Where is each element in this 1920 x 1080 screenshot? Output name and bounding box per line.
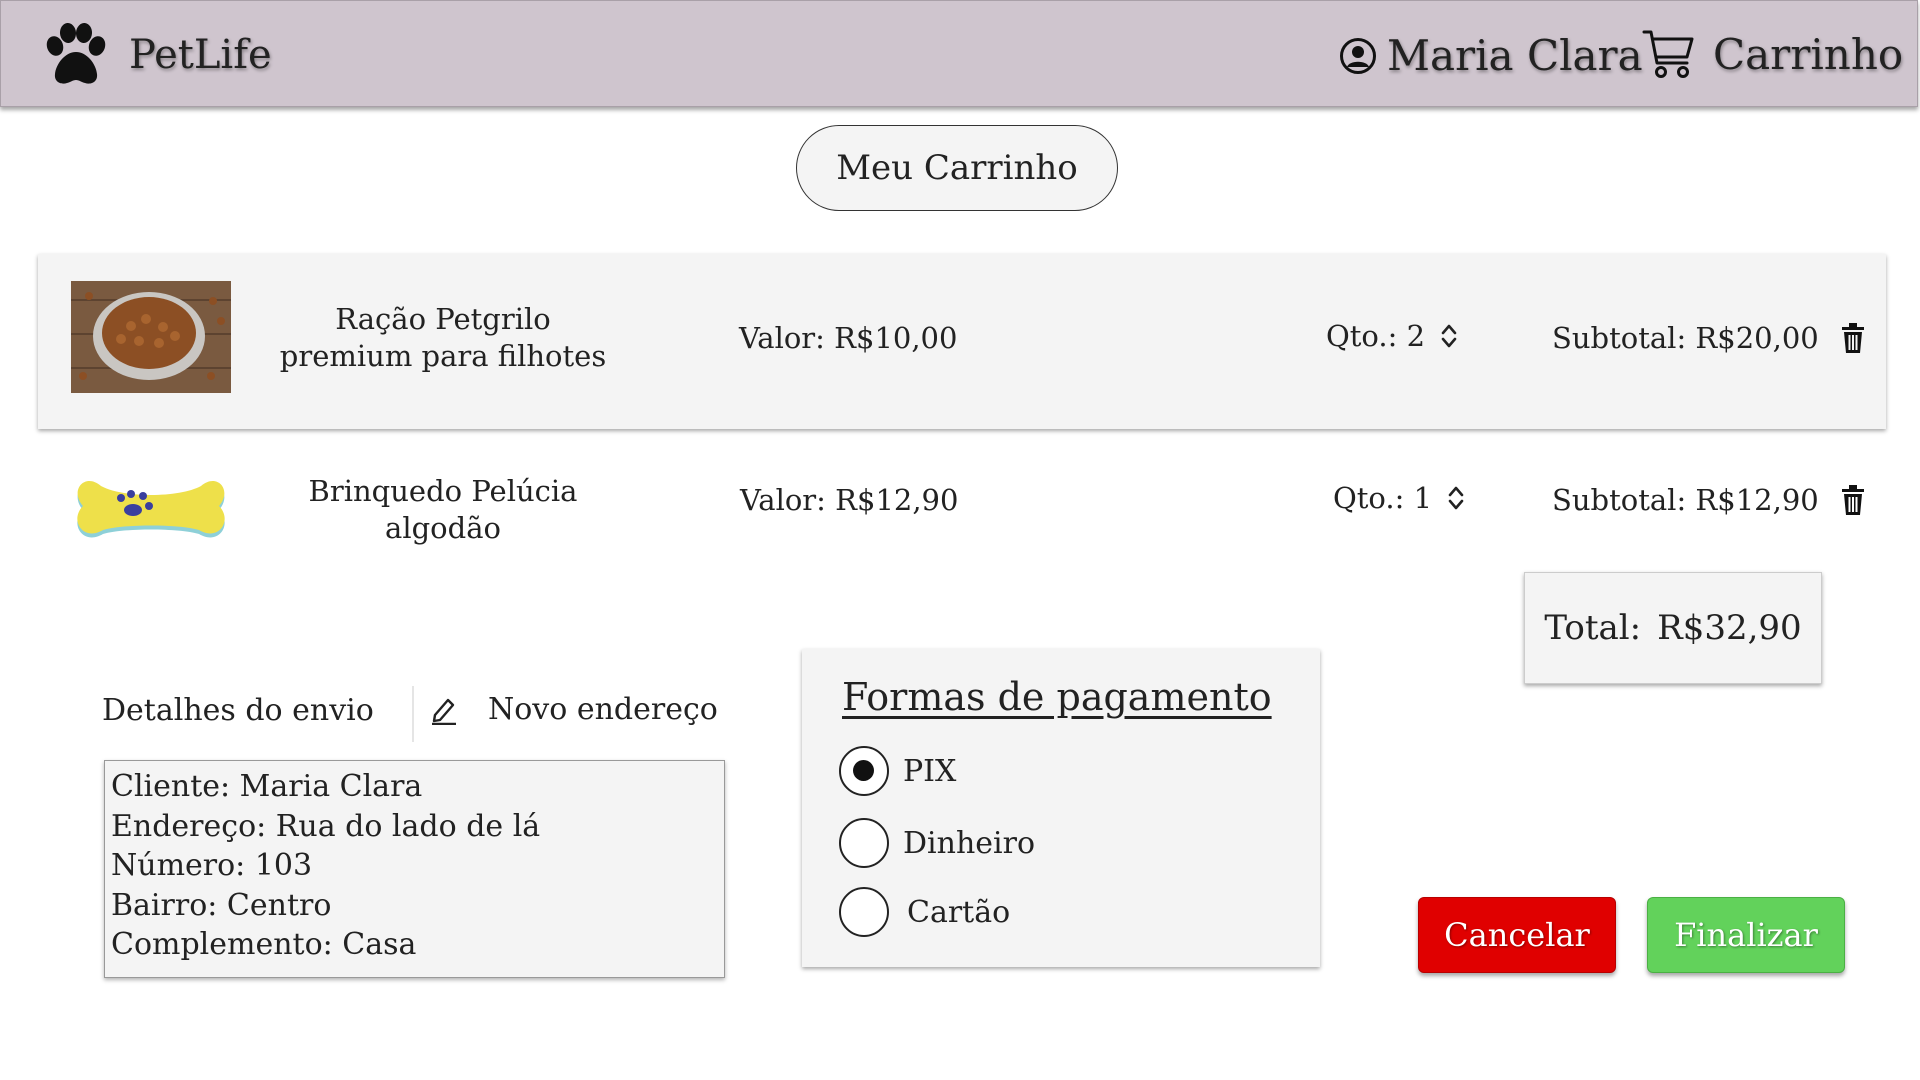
cart-link[interactable]: Carrinho [1641, 27, 1903, 81]
new-address-label: Novo endereço [488, 692, 718, 727]
order-total: Total: R$32,90 [1524, 572, 1822, 684]
trash-icon[interactable] [1840, 484, 1866, 516]
product-name-line2: algodão [385, 511, 501, 545]
finish-button[interactable]: Finalizar [1647, 897, 1845, 973]
payment-title: Formas de pagamento [842, 675, 1272, 719]
shopping-cart-icon [1642, 30, 1694, 78]
radio-button[interactable] [839, 746, 889, 796]
quantity-stepper[interactable]: Qto.: 1 [1333, 481, 1466, 515]
address-district: Bairro: Centro [111, 887, 332, 923]
product-name-line2: premium para filhotes [279, 339, 607, 373]
paw-icon [46, 23, 106, 84]
cart-item: Ração Petgrilo premium para filhotes Val… [38, 254, 1886, 429]
brand-name: PetLife [129, 32, 272, 78]
app-header: PetLife Maria Clara Carrinho [0, 0, 1918, 107]
pencil-icon [432, 698, 456, 725]
payment-option-dinheiro[interactable]: Dinheiro [839, 818, 1035, 868]
chevron-up-down-icon[interactable] [1446, 483, 1466, 513]
product-name: Ração Petgrilo premium para filhotes [258, 301, 628, 375]
address-client: Cliente: Maria Clara [111, 769, 423, 804]
product-name-line1: Ração Petgrilo [335, 302, 551, 336]
payment-methods: Formas de pagamento PIX Dinheiro Cartão [802, 649, 1320, 967]
shipping-title: Detalhes do envio [102, 693, 374, 728]
payment-option-pix[interactable]: PIX [839, 746, 956, 796]
user-name: Maria Clara [1387, 31, 1643, 80]
payment-option-label: Dinheiro [903, 825, 1036, 861]
cancel-button[interactable]: Cancelar [1418, 897, 1616, 973]
user-icon [1340, 37, 1376, 74]
brand[interactable]: PetLife [41, 21, 272, 89]
product-subtotal: Subtotal: R$20,00 [1552, 321, 1819, 355]
total-label: Total: [1544, 608, 1642, 648]
quantity-stepper[interactable]: Qto.: 2 [1326, 319, 1459, 353]
chevron-up-down-icon[interactable] [1439, 321, 1459, 351]
payment-option-label: Cartão [907, 894, 1011, 930]
shipping-address: Cliente: Maria Clara Endereço: Rua do la… [104, 760, 725, 978]
dog-food-bowl-image [71, 281, 231, 393]
total-value: R$32,90 [1657, 608, 1802, 648]
cart-label: Carrinho [1713, 29, 1904, 79]
product-name: Brinquedo Pelúcia algodão [258, 473, 628, 547]
product-subtotal: Subtotal: R$12,90 [1552, 483, 1819, 517]
product-name-line1: Brinquedo Pelúcia [308, 474, 578, 508]
product-price: Valor: R$10,00 [739, 321, 958, 355]
payment-option-cartao[interactable]: Cartão [839, 887, 1010, 937]
address-number: Número: 103 [111, 848, 313, 883]
address-complement: Complemento: Casa [111, 927, 417, 962]
radio-button[interactable] [839, 887, 889, 937]
quantity-label: Qto.: 2 [1326, 319, 1426, 353]
new-address-button[interactable]: Novo endereço [430, 692, 718, 727]
quantity-label: Qto.: 1 [1333, 481, 1433, 515]
page-title: Meu Carrinho [796, 125, 1118, 211]
divider [412, 686, 414, 742]
trash-icon[interactable] [1840, 322, 1866, 354]
product-price: Valor: R$12,90 [740, 483, 959, 517]
radio-button[interactable] [839, 818, 889, 868]
payment-option-label: PIX [903, 753, 957, 789]
plush-bone-toy-image [77, 480, 225, 538]
user-menu[interactable]: Maria Clara [1339, 31, 1643, 80]
address-street: Endereço: Rua do lado de lá [111, 808, 541, 844]
